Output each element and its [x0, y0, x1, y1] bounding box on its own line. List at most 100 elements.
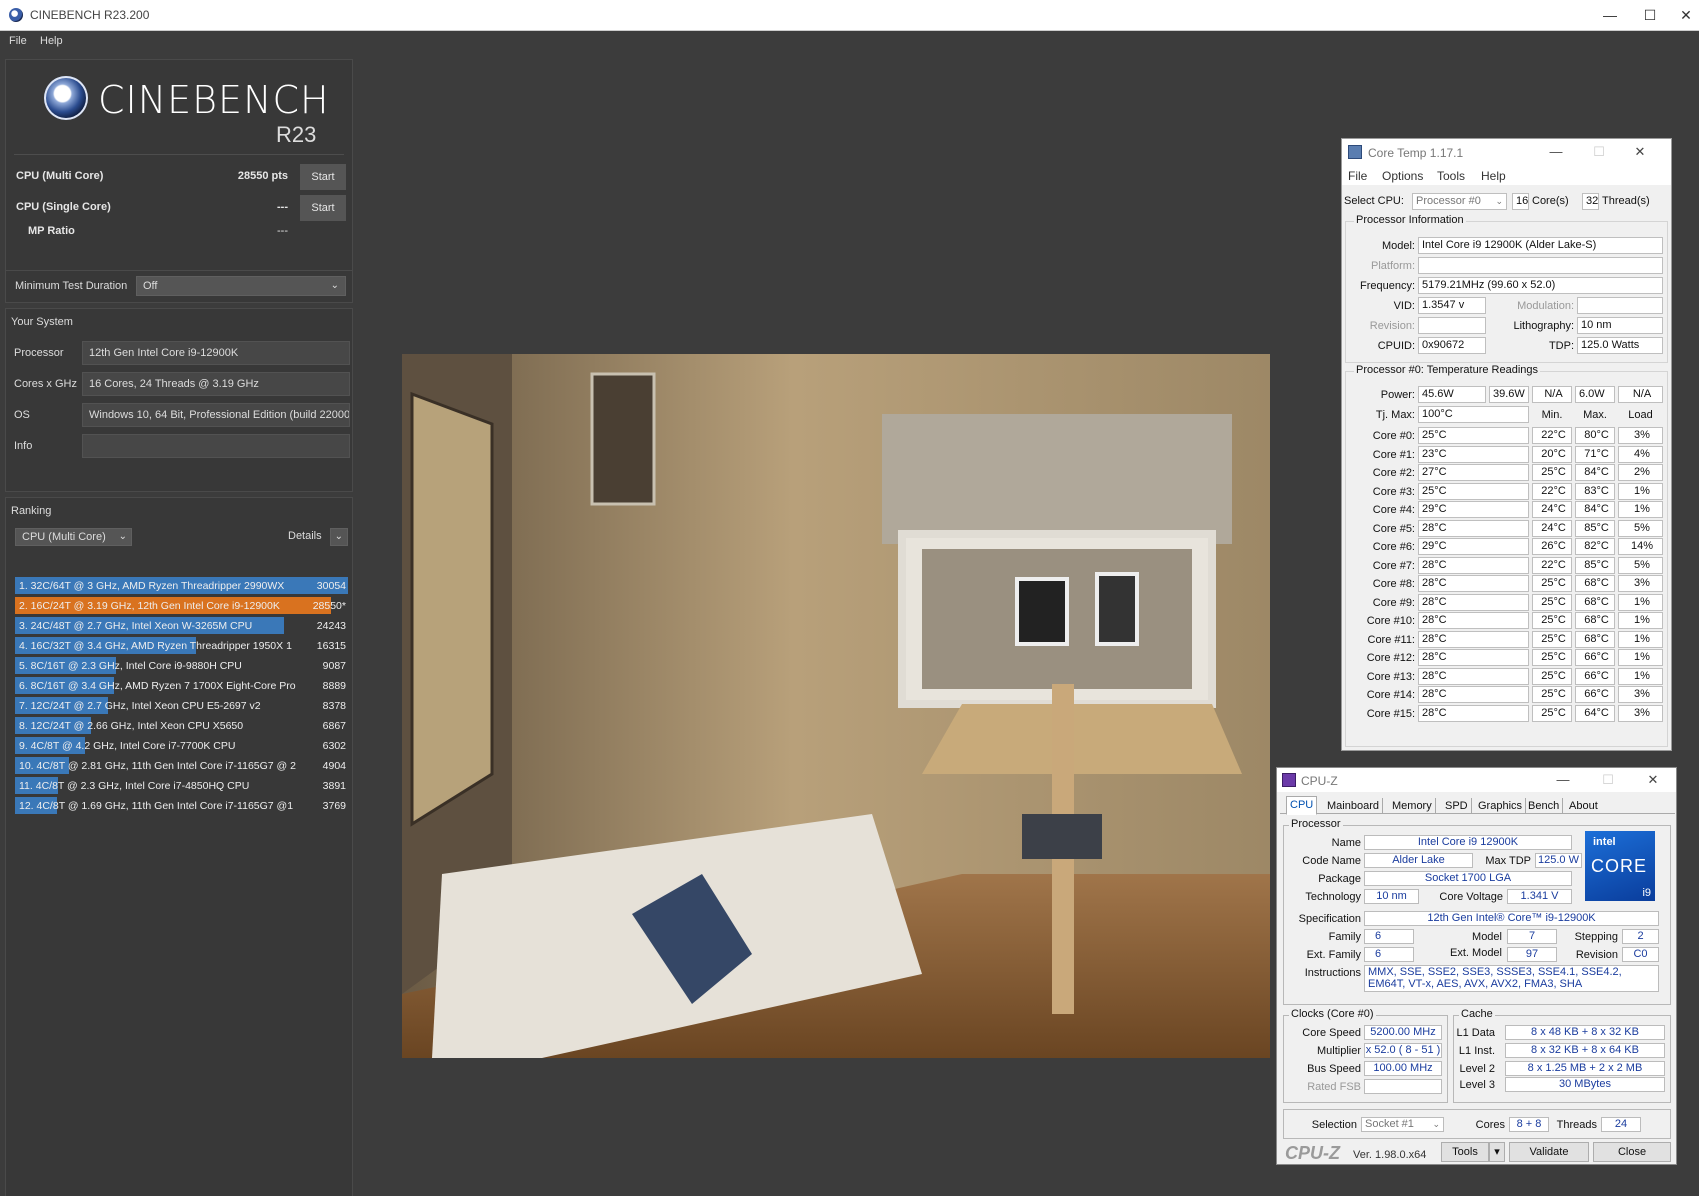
ranking-name: 1. 32C/64T @ 3 GHz, AMD Ryzen Threadripp…: [19, 580, 285, 592]
ranking-row[interactable]: 6. 8C/16T @ 3.4 GHz, AMD Ryzen 7 1700X E…: [15, 676, 348, 696]
test-score: ---: [277, 201, 288, 213]
selection-dropdown[interactable]: Socket #1 ⌄: [1361, 1117, 1444, 1132]
spec-label: Specification: [1298, 913, 1361, 925]
tab-spd[interactable]: SPD: [1442, 798, 1472, 814]
tab-cpu[interactable]: CPU: [1286, 796, 1318, 815]
details-chevron[interactable]: ⌄: [330, 528, 348, 546]
tjmax-label: Tj. Max:: [1375, 409, 1415, 421]
corevoltage-value: 1.341 V: [1507, 889, 1572, 904]
core-min: 25°C: [1532, 575, 1572, 592]
threads-label: Threads: [1556, 1119, 1597, 1131]
cpuid-label: CPUID:: [1377, 340, 1415, 352]
minimize-icon[interactable]: —: [1600, 5, 1620, 25]
close-button[interactable]: Close: [1593, 1142, 1671, 1162]
details-dropdown[interactable]: Details ⌄: [288, 528, 348, 546]
tjmax-value: 100°C: [1418, 406, 1529, 423]
menu-file[interactable]: File: [9, 35, 27, 47]
chevron-down-icon: ⌄: [118, 531, 127, 542]
core-temp: 28°C: [1418, 667, 1529, 685]
ranking-row[interactable]: 3. 24C/48T @ 2.7 GHz, Intel Xeon W-3265M…: [15, 616, 348, 636]
selection-label: Selection: [1311, 1119, 1357, 1131]
start-multi-core-button[interactable]: Start: [300, 164, 346, 190]
core-max: 84°C: [1575, 501, 1615, 518]
ct-menu-options[interactable]: Options: [1382, 169, 1423, 183]
core-temp: 28°C: [1418, 612, 1529, 629]
system-value: 16 Cores, 24 Threads @ 3.19 GHz: [82, 372, 350, 396]
core-temp: 23°C: [1418, 445, 1529, 463]
duration-select[interactable]: Off ⌄: [136, 276, 346, 296]
core-min: 24°C: [1532, 519, 1572, 537]
package-value: Socket 1700 LGA: [1364, 871, 1572, 886]
tools-dropdown-button[interactable]: ▾: [1489, 1142, 1505, 1162]
coretemp-window: Core Temp 1.17.1 — ☐ ✕ File Options Tool…: [1341, 138, 1672, 751]
platform-label: Platform:: [1370, 260, 1415, 272]
col-load-label: Load: [1628, 409, 1653, 421]
ranking-name: 8. 12C/24T @ 2.66 GHz, Intel Xeon CPU X5…: [19, 720, 244, 732]
tab-mainboard[interactable]: Mainboard: [1324, 798, 1383, 814]
model-value: Intel Core i9 12900K (Alder Lake-S): [1418, 237, 1663, 254]
l3-value: 30 MBytes: [1505, 1077, 1665, 1092]
ranking-row[interactable]: 11. 4C/8T @ 2.3 GHz, Intel Core i7-4850H…: [15, 776, 348, 796]
core-load: 1%: [1618, 630, 1663, 648]
start-single-core-button[interactable]: Start: [300, 195, 346, 221]
ranking-row[interactable]: 9. 4C/8T @ 4.2 GHz, Intel Core i7-7700K …: [15, 736, 348, 756]
maximize-icon[interactable]: ☐: [1640, 5, 1660, 25]
ranking-row[interactable]: 8. 12C/24T @ 2.66 GHz, Intel Xeon CPU X5…: [15, 716, 348, 736]
temperature-readings-group: Processor #0: Temperature Readings Power…: [1345, 364, 1668, 747]
ranking-name: 4. 16C/32T @ 3.4 GHz, AMD Ryzen Threadri…: [19, 640, 292, 652]
ct-menu-help[interactable]: Help: [1481, 169, 1506, 183]
revision-label: Revision:: [1369, 320, 1415, 332]
ratedfsb-label: Rated FSB: [1307, 1081, 1361, 1093]
ranking-row[interactable]: 2. 16C/24T @ 3.19 GHz, 12th Gen Intel Co…: [15, 596, 348, 616]
system-key: Processor: [14, 347, 64, 359]
ranking-name: 6. 8C/16T @ 3.4 GHz, AMD Ryzen 7 1700X E…: [19, 680, 296, 692]
core-max: 68°C: [1575, 630, 1615, 648]
info-input[interactable]: [82, 434, 350, 458]
name-label: Name: [1331, 837, 1361, 849]
codename-value: Alder Lake: [1364, 853, 1473, 868]
tab-memory[interactable]: Memory: [1389, 798, 1436, 814]
tab-bench[interactable]: Bench: [1525, 798, 1564, 814]
power-value: N/A: [1618, 386, 1663, 403]
ranking-row[interactable]: 12. 4C/8T @ 1.69 GHz, 11th Gen Intel Cor…: [15, 796, 348, 816]
tab-about[interactable]: About: [1566, 798, 1601, 814]
close-icon[interactable]: ✕: [1629, 142, 1651, 162]
modulation-value: [1577, 297, 1663, 314]
select-cpu-dropdown[interactable]: Processor #0 ⌄: [1412, 193, 1507, 210]
extfamily-label: Ext. Family: [1306, 949, 1361, 961]
core-max: 68°C: [1575, 612, 1615, 629]
ranking-score: 16315: [316, 640, 346, 652]
ranking-row[interactable]: 5. 8C/16T @ 2.3 GHz, Intel Core i9-9880H…: [15, 656, 348, 676]
ranking-type-select[interactable]: CPU (Multi Core) ⌄: [15, 528, 132, 546]
core-max: 84°C: [1575, 464, 1615, 481]
maximize-icon[interactable]: ☐: [1588, 142, 1610, 162]
l1i-value: 8 x 32 KB + 8 x 64 KB: [1505, 1043, 1665, 1058]
ct-menu-tools[interactable]: Tools: [1437, 169, 1465, 183]
system-row-os: OS Windows 10, 64 Bit, Professional Edit…: [14, 403, 350, 427]
menu-bar: File Help: [0, 31, 1699, 53]
validate-button[interactable]: Validate: [1509, 1142, 1589, 1162]
tdp-label: TDP:: [1548, 340, 1574, 352]
ranking-score: 30054: [316, 580, 346, 592]
spec-value: 12th Gen Intel® Core™ i9-12900K: [1364, 911, 1659, 926]
ct-menu-file[interactable]: File: [1348, 169, 1367, 183]
tab-graphics[interactable]: Graphics: [1475, 798, 1527, 814]
ranking-row[interactable]: 10. 4C/8T @ 2.81 GHz, 11th Gen Intel Cor…: [15, 756, 348, 776]
maximize-icon[interactable]: ☐: [1597, 770, 1619, 790]
ranking-row[interactable]: 4. 16C/32T @ 3.4 GHz, AMD Ryzen Threadri…: [15, 636, 348, 656]
ranking-row[interactable]: 7. 12C/24T @ 2.7 GHz, Intel Xeon CPU E5-…: [15, 696, 348, 716]
ranking-row[interactable]: 1. 32C/64T @ 3 GHz, AMD Ryzen Threadripp…: [15, 576, 348, 596]
coretemp-menu-bar: File Options Tools Help: [1342, 165, 1671, 185]
core-temp: 29°C: [1418, 538, 1529, 555]
cpuz-title-bar: CPU-Z — ☐ ✕: [1277, 768, 1676, 792]
minimize-icon[interactable]: —: [1552, 770, 1574, 790]
menu-help[interactable]: Help: [40, 35, 63, 47]
close-icon[interactable]: ✕: [1642, 770, 1664, 790]
core-load: 1%: [1618, 612, 1663, 629]
cores-value: 8 + 8: [1509, 1117, 1549, 1132]
minimize-icon[interactable]: —: [1545, 142, 1567, 162]
tools-button[interactable]: Tools: [1441, 1142, 1489, 1162]
technology-value: 10 nm: [1364, 889, 1419, 904]
close-icon[interactable]: ✕: [1676, 5, 1696, 25]
core-label: Core #14:: [1366, 689, 1415, 701]
